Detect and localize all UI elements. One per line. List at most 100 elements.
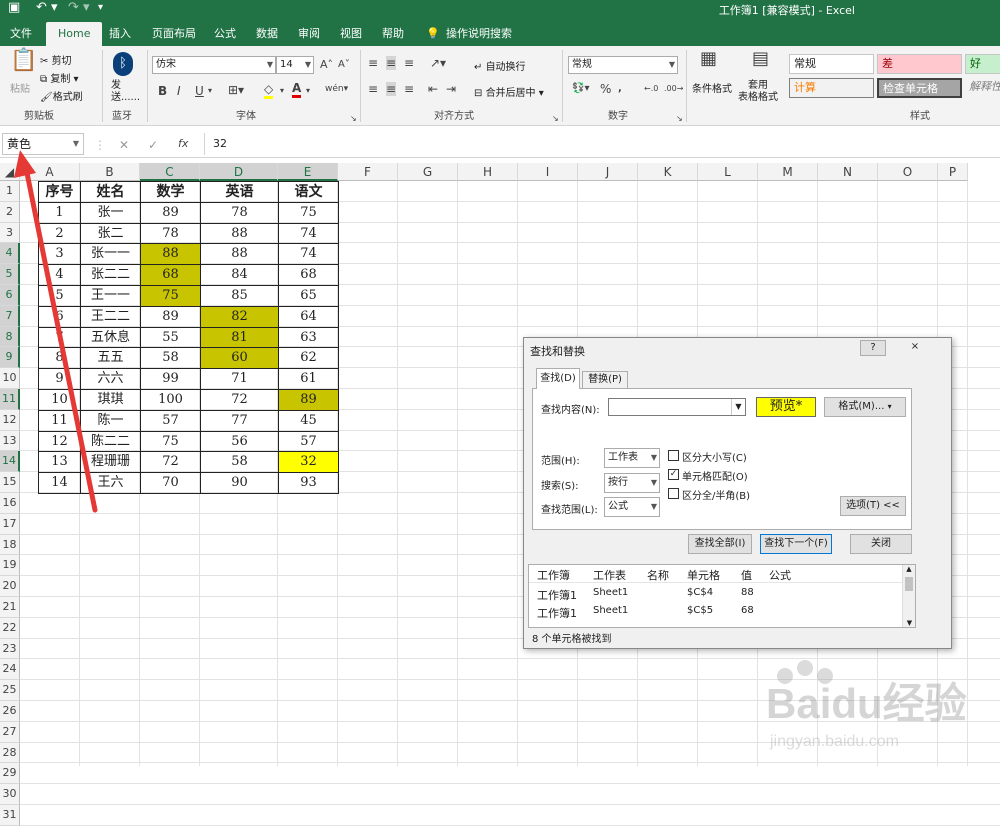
column-header-l[interactable]: L [698,163,758,181]
row-header-31[interactable]: 31 [0,805,20,826]
table-header-cell[interactable]: 数学 [140,181,201,203]
font-size-select[interactable]: 14 ▼ [276,56,314,74]
bluetooth-icon[interactable]: ᛒ [113,52,133,76]
table-header-cell[interactable]: 序号 [38,181,81,203]
dialog-launcher-icon[interactable]: ↘ [350,112,357,126]
tab-insert[interactable]: 插入 [107,22,133,46]
row-header-7[interactable]: 7 [0,305,20,327]
match-byte-checkbox[interactable] [668,488,679,499]
tab-page-layout[interactable]: 页面布局 [150,22,198,46]
table-cell[interactable]: 84 [200,264,279,286]
row-header-15[interactable]: 15 [0,472,20,493]
table-cell[interactable]: 75 [140,430,201,453]
column-header-n[interactable]: N [818,163,878,181]
column-header-h[interactable]: H [458,163,518,181]
table-cell[interactable]: 8 [38,347,81,370]
formula-input[interactable]: 32 [204,133,1000,155]
row-header-14[interactable]: 14 [0,451,20,473]
align-left-icon[interactable]: ≡ [368,82,378,96]
table-cell[interactable]: 55 [140,326,201,349]
table-cell[interactable]: 74 [278,243,339,266]
results-column-header[interactable]: 单元格 [687,567,720,583]
results-list[interactable]: 工作簿 工作表 名称 单元格 值 公式 工作簿1 Sheet1 $C$4 88 工作簿1 Sheet1… [528,564,916,628]
close-button[interactable]: 关闭 [850,534,912,554]
table-cell[interactable]: 45 [278,409,339,432]
chevron-down-icon[interactable]: ▾ [280,84,284,98]
redo-icon[interactable]: ↷ ▾ [68,0,90,18]
row-header-12[interactable]: 12 [0,409,20,431]
column-header-i[interactable]: I [518,163,578,181]
row-header-19[interactable]: 19 [0,555,20,577]
column-header-j[interactable]: J [578,163,638,181]
style-normal[interactable]: 常规 [789,54,874,74]
table-cell[interactable]: 61 [278,368,339,390]
table-cell[interactable]: 64 [278,305,339,328]
find-all-button[interactable]: 查找全部(I) [688,534,752,554]
table-cell[interactable]: 9 [38,368,81,390]
results-column-header[interactable]: 公式 [769,567,791,583]
table-cell[interactable]: 程珊珊 [80,451,141,474]
chevron-down-icon[interactable]: ▾ [306,84,310,98]
table-cell[interactable]: 5 [38,285,81,307]
chevron-down-icon[interactable]: ▼ [731,399,745,415]
row-header-3[interactable]: 3 [0,222,20,244]
table-cell[interactable]: 70 [140,472,201,494]
underline-icon[interactable]: U [195,84,204,98]
bold-icon[interactable]: B [158,84,167,98]
row-header-8[interactable]: 8 [0,326,20,348]
row-header-1[interactable]: 1 [0,181,20,202]
table-cell[interactable]: 1 [38,201,81,224]
orientation-icon[interactable]: ↗▾ [430,56,446,70]
table-cell[interactable]: 14 [38,472,81,494]
copy-button[interactable]: ⧉ 复制 ▾ [40,70,79,85]
table-cell[interactable]: 琪琪 [80,389,141,411]
cancel-icon[interactable]: ✕ [119,138,129,152]
search-order-select[interactable]: 按行 ▼ [604,473,660,493]
style-bad[interactable]: 差 [877,54,962,74]
table-cell[interactable]: 78 [200,201,279,224]
table-cell[interactable]: 五休息 [80,326,141,349]
table-header-cell[interactable]: 姓名 [80,181,141,203]
find-what-input[interactable]: ▼ [608,398,746,416]
row-header-16[interactable]: 16 [0,493,20,514]
column-header-g[interactable]: G [398,163,458,181]
row-header-6[interactable]: 6 [0,285,20,306]
table-cell[interactable]: 10 [38,389,81,411]
table-cell[interactable]: 7 [38,326,81,349]
tab-file[interactable]: 文件 [8,22,34,46]
table-cell[interactable]: 2 [38,222,81,245]
table-cell[interactable]: 77 [200,409,279,432]
table-cell[interactable]: 72 [140,451,201,474]
table-cell[interactable]: 100 [140,389,201,411]
select-all-corner[interactable]: ◢ [0,163,20,181]
table-cell[interactable]: 13 [38,451,81,474]
format-button[interactable]: 格式(M)... ▾ [824,397,906,417]
style-good[interactable]: 好 [965,54,1000,74]
table-cell[interactable]: 85 [200,285,279,307]
merge-center-button[interactable]: ⊟ 合并后居中 ▾ [474,84,544,99]
column-header-c[interactable]: C [140,163,200,181]
results-column-header[interactable]: 工作表 [593,567,626,583]
style-calculation[interactable]: 计算 [789,78,874,98]
customize-qat-icon[interactable]: ▾ [98,0,103,18]
italic-icon[interactable]: I [177,84,181,98]
table-cell[interactable]: 陈一 [80,409,141,432]
tab-data[interactable]: 数据 [254,22,280,46]
table-cell[interactable]: 32 [278,451,339,474]
cut-button[interactable]: ✂ 剪切 [40,52,72,67]
format-painter-button[interactable]: 🖌格式刷 [40,88,83,103]
table-cell[interactable]: 68 [140,264,201,286]
row-header-30[interactable]: 30 [0,784,20,805]
row-header-24[interactable]: 24 [0,659,20,681]
column-header-p[interactable]: P [938,163,968,181]
align-middle-icon[interactable]: ≡ [386,56,397,70]
column-header-k[interactable]: K [638,163,698,181]
table-cell[interactable]: 王二二 [80,305,141,328]
paste-button[interactable]: 粘贴 [10,80,30,95]
table-cell[interactable]: 王六 [80,472,141,494]
table-cell[interactable]: 75 [140,285,201,307]
row-header-23[interactable]: 23 [0,638,20,660]
decrease-font-icon[interactable]: A˅ [338,58,350,72]
table-cell[interactable]: 张一一 [80,243,141,266]
table-cell[interactable]: 王一一 [80,285,141,307]
